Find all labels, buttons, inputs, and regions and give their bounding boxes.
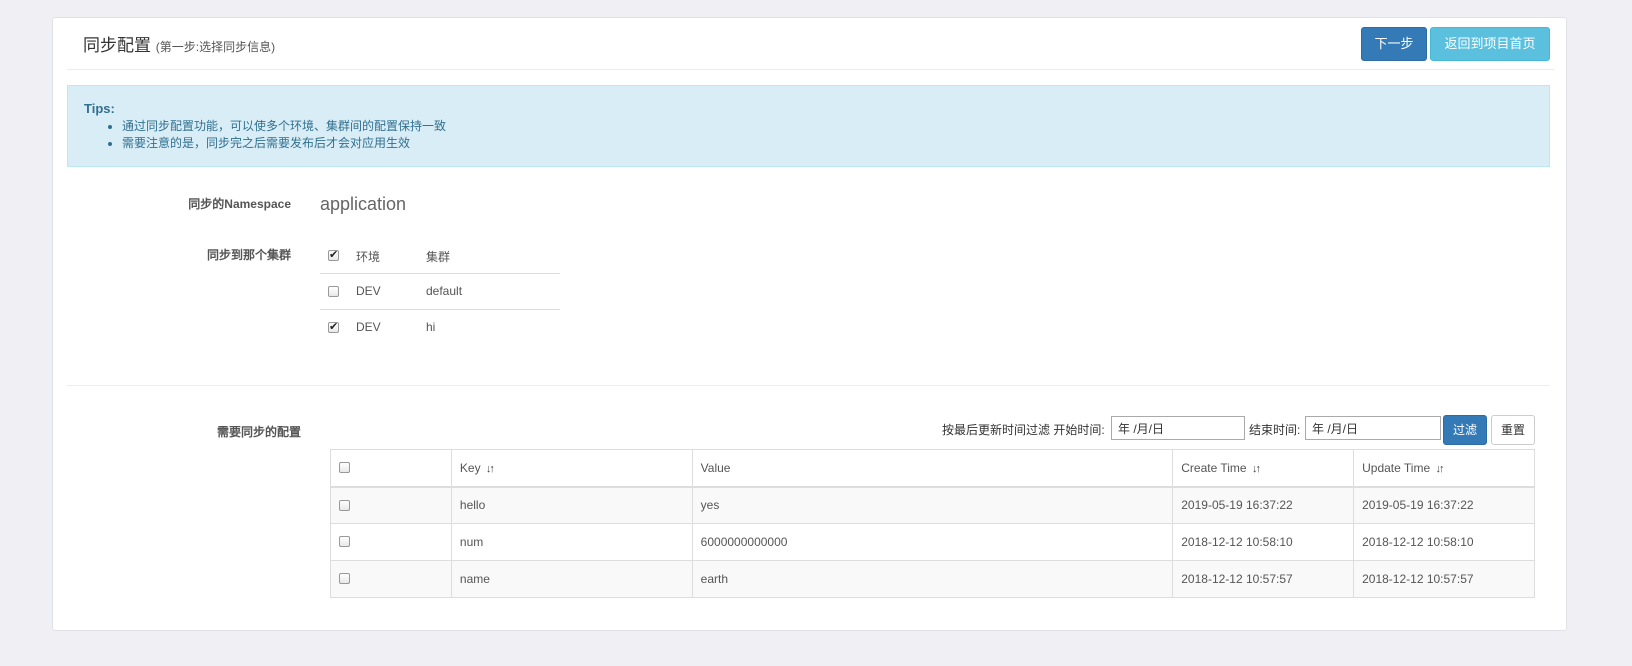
namespace-value: application <box>320 194 407 214</box>
row-checkbox[interactable] <box>339 499 350 511</box>
config-table: Key ↓↑ Value Create Time ↓↑ Update Time … <box>330 449 1535 598</box>
page-subtitle: (第一步:选择同步信息) <box>155 40 276 54</box>
start-date-input[interactable]: 年 /月/日 <box>1111 416 1245 440</box>
namespace-label: 同步的Namespace <box>188 197 291 211</box>
config-key: name <box>450 560 693 598</box>
cluster-table: 环境 集群 DEV default DEV hi <box>320 238 560 346</box>
config-value: earth <box>691 560 1174 598</box>
sort-icon[interactable]: ↓↑ <box>486 463 495 475</box>
create-time-header-label: Create Time <box>1181 460 1247 475</box>
config-update-time: 2018-12-12 10:58:10 <box>1353 523 1535 561</box>
cluster-env: DEV <box>356 284 381 298</box>
return-to-project-button[interactable]: 返回到项目首页 <box>1430 27 1550 61</box>
config-value: yes <box>691 486 1174 524</box>
panel-header: 同步配置 (第一步:选择同步信息) 下一步 返回到项目首页 <box>67 18 1554 70</box>
sync-config-panel: 同步配置 (第一步:选择同步信息) 下一步 返回到项目首页 Tips: 通过同步… <box>52 17 1567 631</box>
tips-list: 通过同步配置功能，可以使多个环境、集群间的配置保持一致 需要注意的是，同步完之后… <box>84 118 1533 152</box>
update-time-column-header[interactable]: Update Time ↓↑ <box>1353 449 1535 488</box>
config-key: num <box>450 523 693 561</box>
cluster-column-header: 集群 <box>426 250 451 264</box>
table-row: name earth 2018-12-12 10:57:57 2018-12-1… <box>330 560 1535 598</box>
select-all-cell <box>330 449 452 488</box>
select-all-configs-checkbox[interactable] <box>339 462 350 474</box>
config-create-time: 2018-12-12 10:58:10 <box>1172 523 1355 561</box>
cluster-name: default <box>426 284 463 298</box>
row-checkbox[interactable] <box>339 573 350 585</box>
cluster-name: hi <box>426 320 436 334</box>
config-update-time: 2019-05-19 16:37:22 <box>1353 486 1535 524</box>
config-table-header: Key ↓↑ Value Create Time ↓↑ Update Time … <box>330 449 1535 488</box>
key-header-label: Key <box>459 460 481 475</box>
tips-title: Tips: <box>84 101 115 116</box>
end-date-input[interactable]: 年 /月/日 <box>1305 416 1441 440</box>
config-value: 6000000000000 <box>691 523 1174 561</box>
clusters-label: 同步到那个集群 <box>206 248 291 262</box>
create-time-column-header[interactable]: Create Time ↓↑ <box>1172 449 1355 488</box>
config-create-time: 2019-05-19 16:37:22 <box>1172 486 1355 524</box>
select-all-clusters-checkbox[interactable] <box>328 248 339 261</box>
row-select-cell <box>330 523 452 561</box>
reset-button[interactable]: 重置 <box>1491 415 1535 445</box>
end-time-label: 结束时间: <box>1249 423 1301 437</box>
cluster-header-row: 环境 集群 <box>320 238 560 274</box>
tips-item: 通过同步配置功能，可以使多个环境、集群间的配置保持一致 <box>122 118 1533 135</box>
cluster-env: DEV <box>356 320 381 334</box>
cluster-row: DEV default <box>320 274 560 310</box>
key-column-header[interactable]: Key ↓↑ <box>450 449 693 488</box>
row-select-cell <box>330 486 452 524</box>
sort-icon[interactable]: ↓↑ <box>1436 463 1445 475</box>
value-column-header: Value <box>691 449 1174 488</box>
table-row: num 6000000000000 2018-12-12 10:58:10 20… <box>330 523 1535 561</box>
page-title-text: 同步配置 <box>83 36 151 55</box>
config-key: hello <box>450 486 693 524</box>
cluster-row: DEV hi <box>320 310 560 346</box>
page-title: 同步配置 (第一步:选择同步信息) <box>83 31 275 56</box>
config-create-time: 2018-12-12 10:57:57 <box>1172 560 1355 598</box>
config-update-time: 2018-12-12 10:57:57 <box>1353 560 1535 598</box>
cluster-checkbox[interactable] <box>328 320 339 333</box>
value-header-label: Value <box>700 460 731 475</box>
cluster-checkbox[interactable] <box>328 286 339 297</box>
row-checkbox[interactable] <box>339 536 350 548</box>
filter-button[interactable]: 过滤 <box>1443 415 1487 445</box>
table-row: hello yes 2019-05-19 16:37:22 2019-05-19… <box>330 486 1535 524</box>
filter-prefix-label: 按最后更新时间过滤 开始时间: <box>942 423 1105 437</box>
sort-icon[interactable]: ↓↑ <box>1252 463 1261 475</box>
env-column-header: 环境 <box>356 250 381 264</box>
section-divider <box>67 385 1550 386</box>
row-select-cell <box>330 560 452 598</box>
configs-label: 需要同步的配置 <box>216 425 301 439</box>
next-step-button[interactable]: 下一步 <box>1361 27 1427 61</box>
tips-alert: Tips: 通过同步配置功能，可以使多个环境、集群间的配置保持一致 需要注意的是… <box>67 85 1550 167</box>
tips-item: 需要注意的是，同步完之后需要发布后才会对应用生效 <box>122 135 1533 152</box>
update-time-header-label: Update Time <box>1362 460 1431 475</box>
